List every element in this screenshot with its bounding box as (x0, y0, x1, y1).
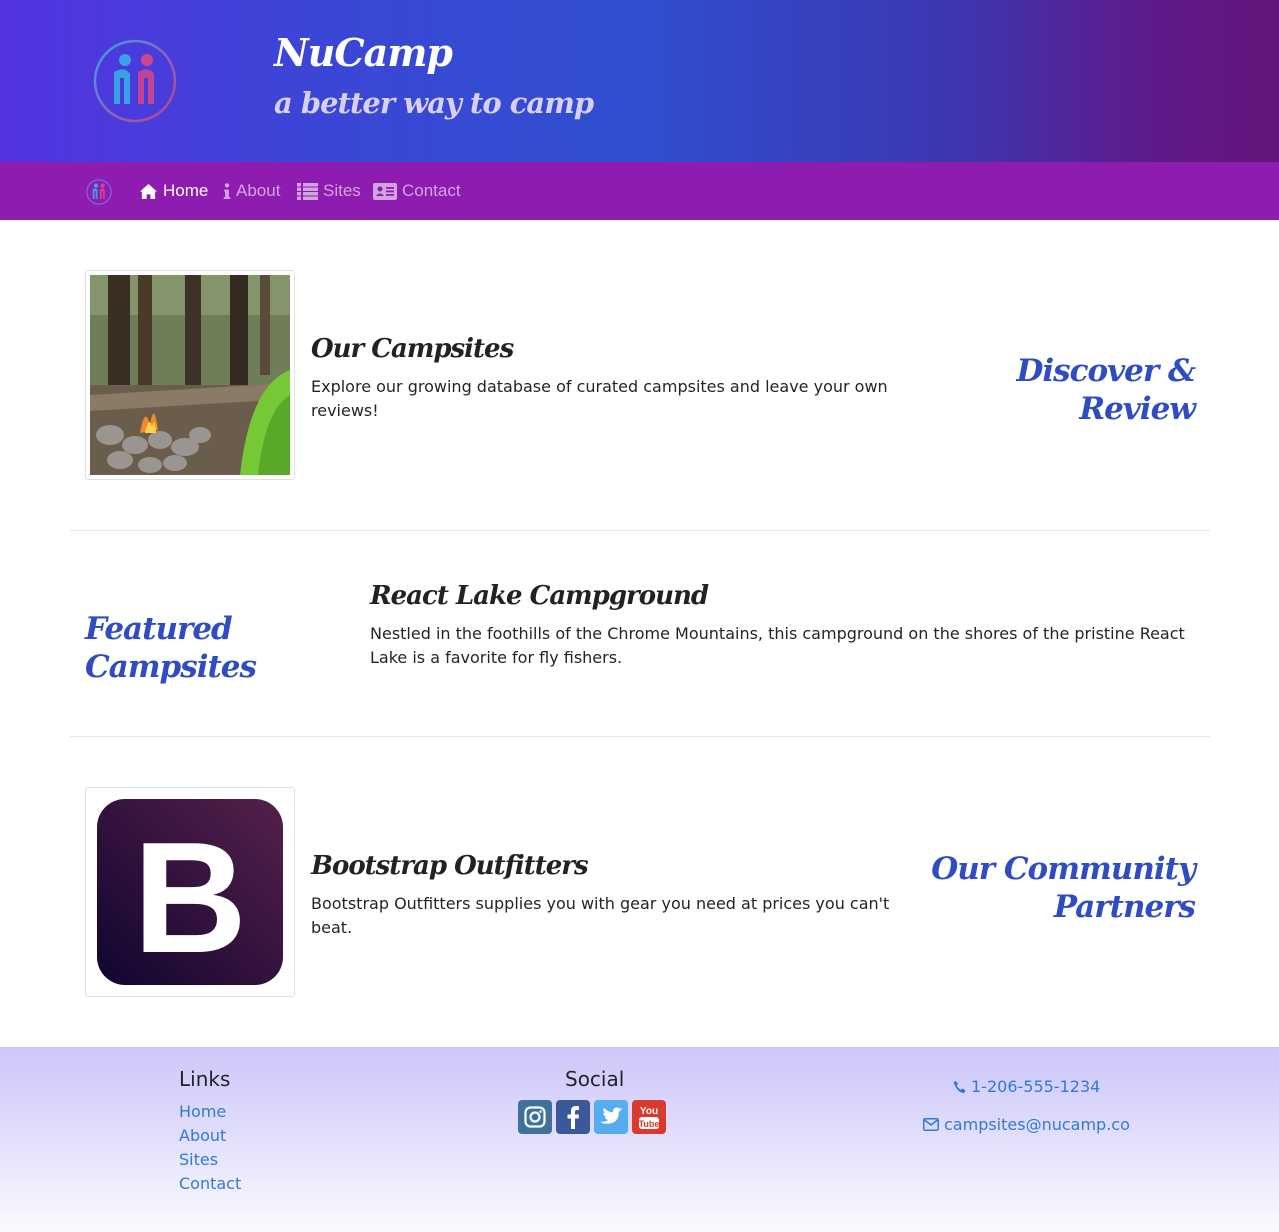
phone-number: 1-206-555-1234 (971, 1077, 1101, 1096)
site-footer: Links Home About Sites Contact Social Yo… (0, 1047, 1279, 1232)
footer-social-heading: Social (565, 1067, 625, 1091)
nav-logo-icon[interactable] (86, 179, 112, 205)
footer-phone[interactable]: 1-206-555-1234 (953, 1077, 1100, 1096)
featured-campsite-text: Nestled in the foothills of the Chrome M… (370, 624, 1185, 667)
nav-item-label: Home (163, 181, 209, 200)
nav-item-contact[interactable]: Contact (373, 179, 461, 203)
phone-icon (953, 1080, 966, 1093)
campsites-title: Our Campsites (311, 334, 514, 364)
community-partners-line2: Partners (1053, 889, 1196, 925)
twitter-button[interactable] (594, 1100, 628, 1134)
facebook-button[interactable] (556, 1100, 590, 1134)
footer-email[interactable]: campsites@nucamp.co (923, 1115, 1130, 1134)
featured-campsite-title: React Lake Campground (370, 581, 709, 611)
campsite-image (85, 270, 295, 480)
envelope-icon (923, 1118, 939, 1131)
svg-text:You: You (640, 1106, 658, 1117)
nav-item-home[interactable]: Home (139, 179, 208, 203)
brand-title: NuCamp (274, 30, 453, 75)
nav-item-sites[interactable]: Sites (297, 179, 361, 203)
campsite-photo (90, 275, 290, 475)
info-icon (223, 182, 231, 199)
nav-item-label: Sites (323, 181, 361, 200)
bootstrap-logo-icon: B (97, 799, 283, 986)
divider (70, 530, 1210, 531)
instagram-button[interactable] (518, 1100, 552, 1134)
partner-text: Bootstrap Outfitters supplies you with g… (311, 894, 890, 937)
footer-link-home[interactable]: Home (179, 1102, 226, 1121)
community-partners-heading: Our Community Partners (900, 850, 1196, 926)
navbar: Home About Sites Contact (0, 162, 1279, 220)
youtube-button[interactable]: You Tube (632, 1100, 666, 1134)
footer-link-sites[interactable]: Sites (179, 1150, 218, 1169)
partner-image: B (85, 787, 295, 997)
header-jumbotron: NuCamp a better way to camp (0, 0, 1279, 162)
footer-links-heading: Links (179, 1067, 231, 1091)
instagram-icon (524, 1106, 546, 1128)
nav-item-label: About (236, 181, 281, 200)
home-icon (140, 183, 157, 199)
list-icon (297, 182, 318, 200)
divider (70, 736, 1210, 737)
community-partners-line1: Our Community (931, 851, 1196, 887)
address-card-icon (373, 182, 397, 200)
footer-link-contact[interactable]: Contact (179, 1174, 241, 1193)
youtube-icon: You Tube (639, 1106, 660, 1129)
featured-campsites-heading: Featured Campsites (85, 611, 257, 685)
twitter-icon (600, 1107, 623, 1124)
bootstrap-logo-letter: B (133, 810, 247, 986)
facebook-icon (567, 1106, 579, 1129)
footer-link-about[interactable]: About (179, 1126, 226, 1145)
partner-title: Bootstrap Outfitters (311, 851, 589, 881)
campsites-text: Explore our growing database of curated … (311, 377, 888, 420)
email-address: campsites@nucamp.co (944, 1115, 1130, 1134)
nav-item-label: Contact (402, 181, 461, 200)
svg-text:Tube: Tube (639, 1119, 660, 1129)
nav-item-about[interactable]: About (223, 179, 280, 203)
discover-review-heading: Discover & Review (1016, 353, 1196, 427)
brand-subtitle: a better way to camp (274, 86, 594, 120)
nucamp-logo-icon (93, 39, 177, 123)
